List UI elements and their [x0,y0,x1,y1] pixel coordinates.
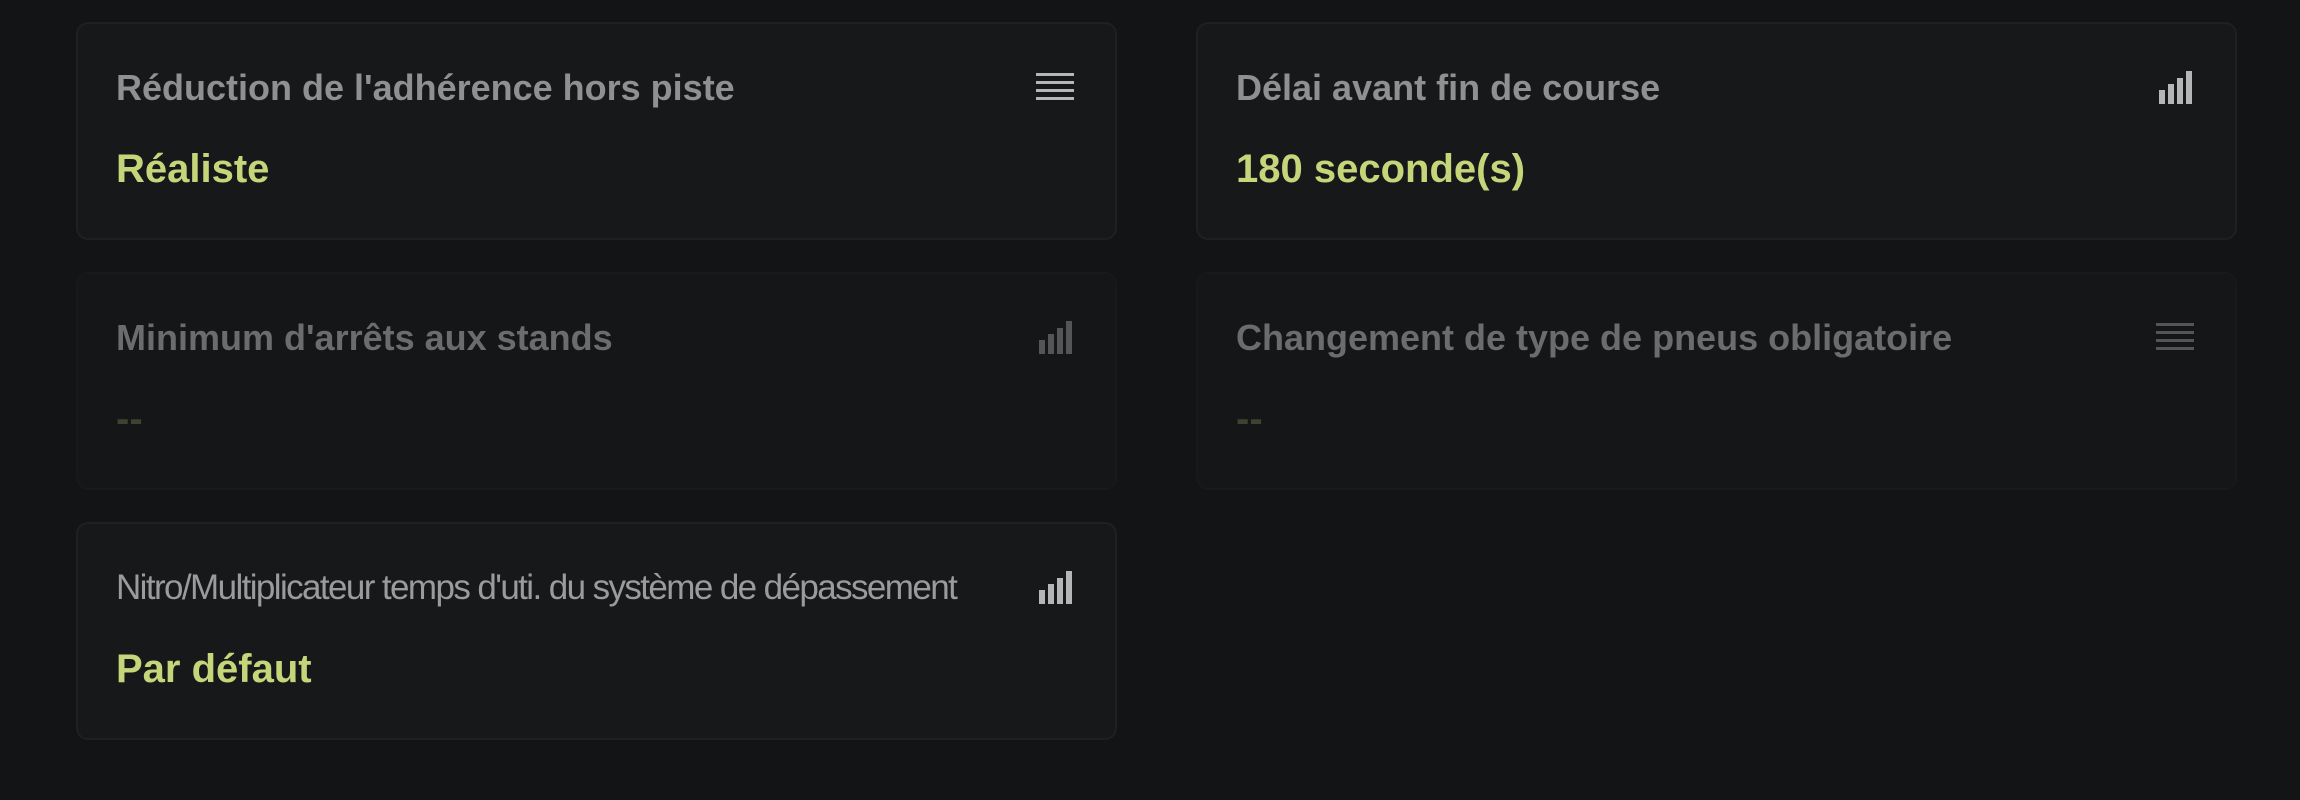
setting-value: Réaliste [116,147,270,191]
setting-title: Réduction de l'adhérence hors piste [116,67,735,108]
setting-value: 180 seconde(s) [1236,147,1526,191]
setting-title: Changement de type de pneus obligatoire [1236,317,1953,358]
signal-bars-icon [1035,568,1075,608]
setting-card-mandatory-tyre-change: Changement de type de pneus obligatoire … [1196,272,2237,490]
setting-card-finish-delay[interactable]: Délai avant fin de course 180 seconde(s) [1196,22,2237,240]
setting-title: Minimum d'arrêts aux stands [116,317,613,358]
list-icon [2155,318,2195,358]
setting-title: Délai avant fin de course [1236,67,1661,108]
setting-value: Par défaut [116,647,312,691]
setting-card-offtrack-grip[interactable]: Réduction de l'adhérence hors piste Réal… [76,22,1117,240]
signal-bars-icon [2155,68,2195,108]
setting-title: Nitro/Multiplicateur temps d'uti. du sys… [116,568,958,607]
setting-card-min-pit-stops: Minimum d'arrêts aux stands -- [76,272,1117,490]
setting-card-nitro-overtake-multiplier[interactable]: Nitro/Multiplicateur temps d'uti. du sys… [76,522,1117,740]
signal-bars-icon [1035,318,1075,358]
list-icon [1035,68,1075,108]
setting-value: -- [116,397,143,441]
setting-value: -- [1236,397,1263,441]
